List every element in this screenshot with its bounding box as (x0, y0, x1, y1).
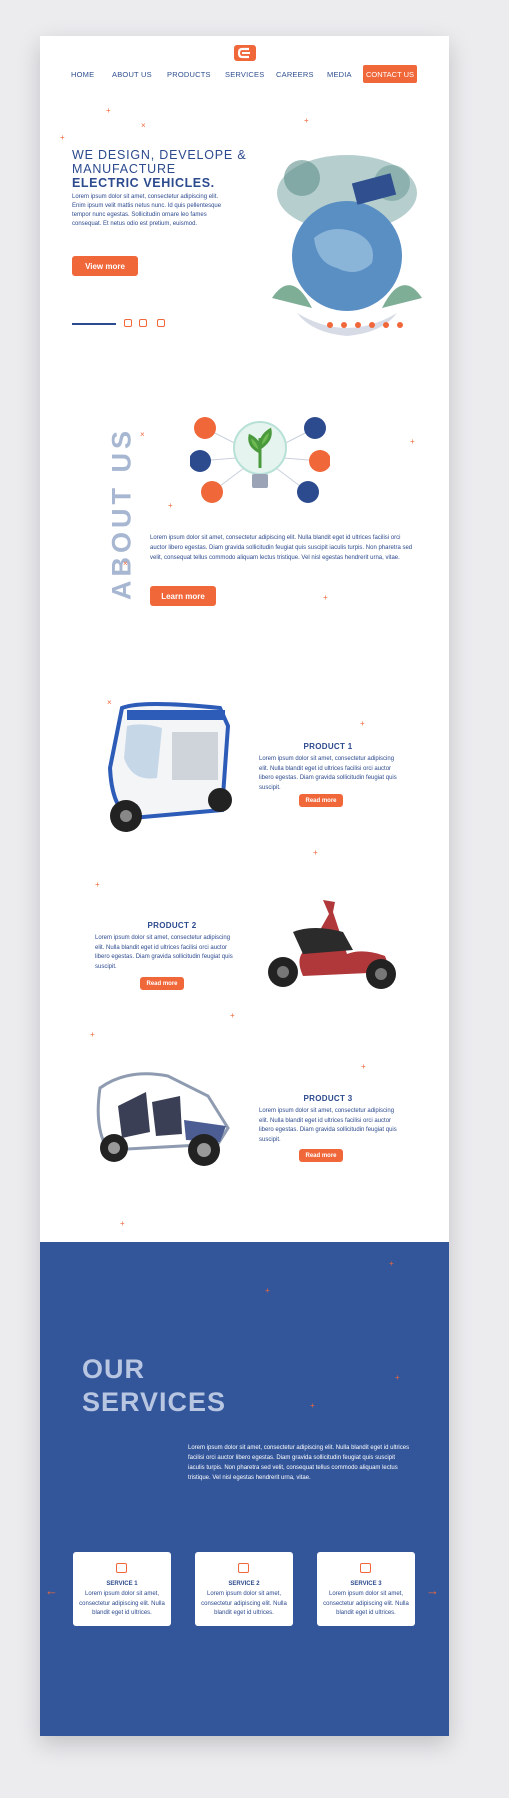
carousel-dot[interactable] (369, 322, 375, 328)
service-card-2[interactable]: SERVICE 2 Lorem ipsum dolor sit amet, co… (195, 1552, 293, 1626)
service-1-title: SERVICE 1 (106, 1581, 138, 1587)
services-heading: OUR SERVICES (82, 1353, 226, 1419)
hero-heading: WE DESIGN, DEVELOPE & MANUFACTURE (72, 148, 252, 176)
nav-about-us[interactable]: ABOUT US (112, 70, 152, 79)
product-2-read-more-button[interactable]: Read more (140, 977, 184, 990)
services-section (40, 1242, 449, 1736)
instagram-icon[interactable] (139, 319, 147, 327)
services-heading-line1: OUR (82, 1354, 145, 1384)
learn-more-button[interactable]: Learn more (150, 586, 216, 606)
nav-media[interactable]: MEDIA (327, 70, 352, 79)
decor-cross: + (168, 501, 173, 510)
arrow-right-icon[interactable]: → (426, 1583, 439, 1598)
service-3-title: SERVICE 3 (350, 1581, 382, 1587)
decor-cross: + (323, 593, 328, 602)
decor-cross: + (265, 1286, 270, 1295)
decor-cross: + (230, 1011, 235, 1020)
product-1-title: PRODUCT 1 (303, 742, 353, 751)
nav-services[interactable]: SERVICES (225, 70, 264, 79)
service-2-title: SERVICE 2 (228, 1581, 260, 1587)
service-card-3[interactable]: SERVICE 3 Lorem ipsum dolor sit amet, co… (317, 1552, 415, 1626)
decor-cross: + (313, 848, 318, 857)
service-2-icon (238, 1563, 249, 1573)
decor-cross: × (123, 559, 128, 568)
product-1-text: Lorem ipsum dolor sit amet, consectetur … (259, 756, 397, 791)
contact-us-button[interactable]: CONTACT US (363, 65, 417, 83)
decor-cross: + (90, 1030, 95, 1039)
product-3-title: PRODUCT 3 (303, 1094, 353, 1103)
linkedin-icon[interactable] (157, 319, 165, 327)
carousel-dot[interactable] (383, 322, 389, 328)
about-us-heading: ABOUT US (106, 427, 137, 600)
services-text: Lorem ipsum dolor sit amet, consectetur … (188, 1445, 410, 1481)
about-text: Lorem ipsum dolor sit amet, consectetur … (150, 535, 413, 561)
arrow-left-icon[interactable]: ← (45, 1583, 58, 1598)
hero-globe-illustration (272, 155, 422, 336)
logo[interactable] (234, 44, 256, 62)
energy-bulb-illustration (190, 417, 330, 503)
product-1-read-more-button[interactable]: Read more (299, 794, 343, 807)
service-3-icon (360, 1563, 371, 1573)
carousel-dot[interactable] (355, 322, 361, 328)
view-more-button[interactable]: View more (72, 256, 138, 276)
product-2-title: PRODUCT 2 (147, 921, 197, 930)
decor-cross: + (304, 116, 309, 125)
decor-cross: + (60, 133, 65, 142)
hero-heading-emphasis: ELECTRIC VEHICLES. (72, 176, 215, 190)
decor-cross: × (140, 430, 145, 439)
product-3-read-more-button[interactable]: Read more (299, 1149, 343, 1162)
product-2-scooter-image (268, 900, 396, 989)
hero-divider (72, 323, 116, 325)
decor-cross: + (410, 437, 415, 446)
decor-cross: + (120, 1219, 125, 1228)
hero-heading-line1: WE DESIGN, DEVELOPE & (72, 148, 247, 162)
decor-cross: × (141, 121, 146, 130)
carousel-dot[interactable] (341, 322, 347, 328)
decor-cross: + (106, 106, 111, 115)
carousel-dot[interactable] (327, 322, 333, 328)
page: HOME ABOUT US PRODUCTS SERVICES CAREERS … (40, 36, 449, 1736)
carousel-dot[interactable] (397, 322, 403, 328)
service-3-text: Lorem ipsum dolor sit amet, consectetur … (323, 1591, 409, 1616)
service-1-text: Lorem ipsum dolor sit amet, consectetur … (79, 1591, 165, 1616)
main-nav: HOME ABOUT US PRODUCTS SERVICES CAREERS … (40, 64, 449, 86)
decor-cross: + (310, 1401, 315, 1410)
decor-cross: + (395, 1373, 400, 1382)
product-2-text: Lorem ipsum dolor sit amet, consectetur … (95, 935, 233, 970)
service-card-1[interactable]: SERVICE 1 Lorem ipsum dolor sit amet, co… (73, 1552, 171, 1626)
nav-careers[interactable]: CAREERS (276, 70, 314, 79)
decor-cross: + (361, 1062, 366, 1071)
facebook-icon[interactable] (124, 319, 132, 327)
decor-cross: + (360, 719, 365, 728)
service-1-icon (116, 1563, 127, 1573)
nav-home[interactable]: HOME (71, 70, 94, 79)
decor-cross: + (95, 880, 100, 889)
nav-products[interactable]: PRODUCTS (167, 70, 211, 79)
hero-text: Lorem ipsum dolor sit amet, consectetur … (72, 194, 222, 227)
product-3-electric-vehicle-image (96, 1072, 230, 1166)
product-3-text: Lorem ipsum dolor sit amet, consectetur … (259, 1108, 397, 1143)
service-2-text: Lorem ipsum dolor sit amet, consectetur … (201, 1591, 287, 1616)
services-heading-line2: SERVICES (82, 1387, 227, 1417)
hero-heading-line2: MANUFACTURE (72, 162, 176, 176)
product-1-auto-rickshaw-image (107, 702, 232, 832)
decor-cross: + (389, 1259, 394, 1268)
